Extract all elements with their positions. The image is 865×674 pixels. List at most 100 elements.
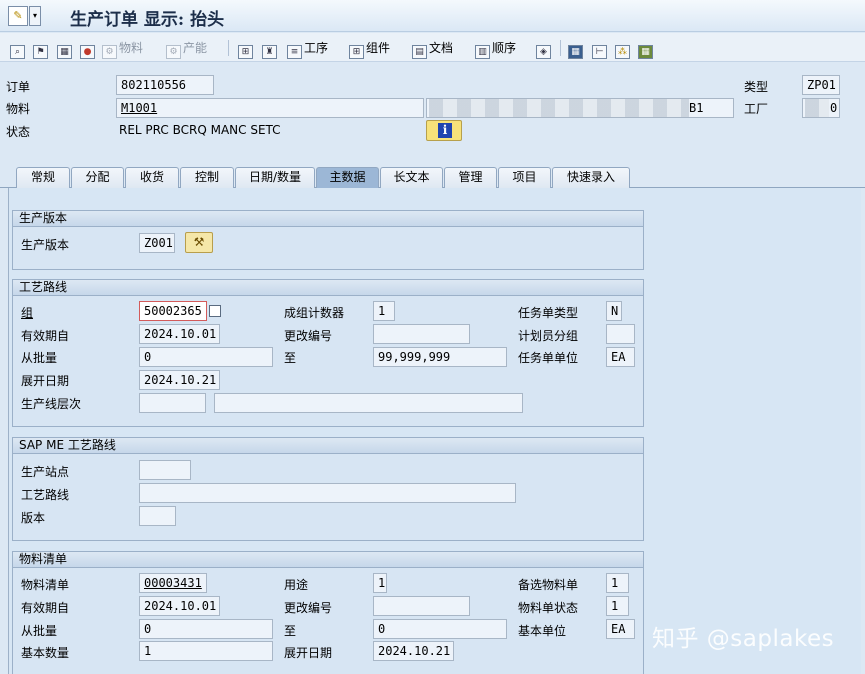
stop-button[interactable]: ● (80, 39, 97, 59)
network-button[interactable]: ⁂ (615, 39, 632, 59)
production-version-group: 生产版本 (12, 210, 644, 270)
tab-master-data[interactable]: 主数据 (316, 167, 379, 188)
release-button[interactable]: ⚑ (33, 39, 50, 59)
document-icon: ▤ (412, 45, 427, 59)
tab-dates-quantities[interactable]: 日期/数量 (235, 167, 315, 188)
routing-group-field[interactable]: 50002365 (139, 301, 207, 321)
bom-status-field[interactable]: 1 (606, 596, 629, 616)
routing-to-lot-field[interactable]: 99,999,999 (373, 347, 507, 367)
structure-button[interactable]: ⊞ (238, 39, 255, 59)
base-quantity-field[interactable]: 1 (139, 641, 273, 661)
bom-change-number-label: 更改编号 (284, 601, 333, 615)
base-quantity-label: 基本数量 (21, 646, 70, 660)
group-counter-label: 成组计数器 (284, 306, 345, 320)
bom-title: 物料清单 (13, 552, 643, 568)
status-info-button[interactable]: i (426, 120, 462, 141)
copy-icon[interactable] (209, 305, 221, 317)
glasses-icon: ⌕ (10, 45, 25, 59)
production-version-field[interactable]: Z001 (139, 233, 175, 253)
tree-button[interactable]: ⊢ (592, 39, 609, 59)
routing-to-lot-label: 至 (284, 351, 297, 365)
tab-administration[interactable]: 管理 (444, 167, 497, 188)
alternative-bom-field[interactable]: 1 (606, 573, 629, 593)
components-icon: ⊞ (349, 45, 364, 59)
bom-explosion-date-field[interactable]: 2024.10.21 (373, 641, 454, 661)
routing-change-number-field[interactable] (373, 324, 470, 344)
display-object-button[interactable]: ⌕ (10, 39, 27, 59)
type-label: 类型 (744, 80, 769, 94)
operations-button[interactable]: ≡ 工序 (287, 39, 329, 59)
routing-from-lot-field[interactable]: 0 (139, 347, 273, 367)
me-routing-field[interactable] (139, 483, 516, 503)
operations-button-label: 工序 (304, 41, 329, 55)
sequence-button[interactable]: ▥ 顺序 (475, 39, 516, 59)
tab-item[interactable]: 项目 (498, 167, 551, 188)
tab-quick-entry[interactable]: 快速录入 (552, 167, 630, 188)
prt-button[interactable]: ♜ (262, 39, 279, 59)
app-menu-icon[interactable]: ✎ (8, 6, 28, 26)
material-button[interactable]: ⚙ 物料 (102, 39, 143, 59)
bom-valid-from-field[interactable]: 2024.10.01 (139, 596, 220, 616)
me-version-field[interactable] (139, 506, 176, 526)
group-counter-field[interactable]: 1 (373, 301, 395, 321)
tab-general[interactable]: 常规 (16, 167, 70, 188)
line-hierarchy-field[interactable] (139, 393, 206, 413)
cube-button[interactable]: ◈ (536, 39, 553, 59)
status-label: 状态 (6, 125, 31, 139)
flag-icon: ⚑ (33, 45, 48, 59)
alternative-bom-label: 备选物料单 (518, 578, 579, 592)
production-version-title: 生产版本 (13, 211, 643, 227)
me-version-label: 版本 (21, 511, 46, 525)
bom-usage-field[interactable]: 1 (373, 573, 387, 593)
production-site-field[interactable] (139, 460, 191, 480)
base-unit-field[interactable]: EA (606, 619, 635, 639)
bom-explosion-date-label: 展开日期 (284, 646, 333, 660)
type-field[interactable]: ZP01 (802, 75, 840, 95)
plant-label: 工厂 (744, 102, 769, 116)
tab-assignment[interactable]: 分配 (71, 167, 124, 188)
bom-field[interactable]: 00003431 (139, 573, 207, 593)
calculator-button[interactable]: ▦ (57, 39, 74, 59)
routing-explosion-date-label: 展开日期 (21, 374, 70, 388)
operations-icon: ≡ (287, 45, 302, 59)
material-description-suffix: B1 (689, 101, 704, 115)
table-icon: ▦ (638, 45, 653, 59)
stop-icon: ● (80, 45, 95, 59)
production-version-details-button[interactable]: ⚒ (185, 232, 213, 253)
components-button[interactable]: ⊞ 组件 (349, 39, 390, 59)
order-field[interactable]: 802110556 (116, 75, 214, 95)
routing-explosion-date-field[interactable]: 2024.10.21 (139, 370, 220, 390)
order-label: 订单 (6, 80, 31, 94)
bom-from-lot-field[interactable]: 0 (139, 619, 273, 639)
tab-control[interactable]: 控制 (180, 167, 234, 188)
planner-group-field[interactable] (606, 324, 635, 344)
material-icon: ⚙ (102, 45, 117, 59)
bom-change-number-field[interactable] (373, 596, 470, 616)
material-field[interactable]: M1001 (116, 98, 424, 118)
task-list-unit-field[interactable]: EA (606, 347, 635, 367)
watermark: 知乎 @saplakes (652, 626, 835, 652)
bom-to-lot-field[interactable]: 0 (373, 619, 507, 639)
bom-label: 物料清单 (21, 578, 70, 592)
grid-button[interactable]: ▦ (568, 39, 585, 59)
material-description-field[interactable]: B1 (426, 98, 734, 118)
line-hierarchy-description (214, 393, 523, 413)
plant-field[interactable]: 0 (802, 98, 840, 118)
routing-valid-from-label: 有效期自 (21, 329, 70, 343)
task-list-type-field[interactable]: N (606, 301, 622, 321)
documents-button[interactable]: ▤ 文档 (412, 39, 453, 59)
tools-icon: ♜ (262, 45, 277, 59)
chevron-down-icon[interactable]: ▾ (29, 6, 41, 26)
routing-valid-from-field[interactable]: 2024.10.01 (139, 324, 220, 344)
info-icon: i (438, 123, 452, 138)
task-list-type-label: 任务单类型 (518, 306, 579, 320)
grid-icon: ▦ (568, 45, 583, 59)
tab-goods-receipt[interactable]: 收货 (125, 167, 179, 188)
tab-long-text[interactable]: 长文本 (380, 167, 443, 188)
sequence-icon: ▥ (475, 45, 490, 59)
task-list-unit-label: 任务单单位 (518, 351, 579, 365)
page-title: 生产订单 显示: 抬头 (70, 10, 225, 30)
capacity-button[interactable]: ⚙ 产能 (166, 39, 207, 59)
table-button[interactable]: ▦ (638, 39, 655, 59)
blurred-region (429, 99, 689, 117)
